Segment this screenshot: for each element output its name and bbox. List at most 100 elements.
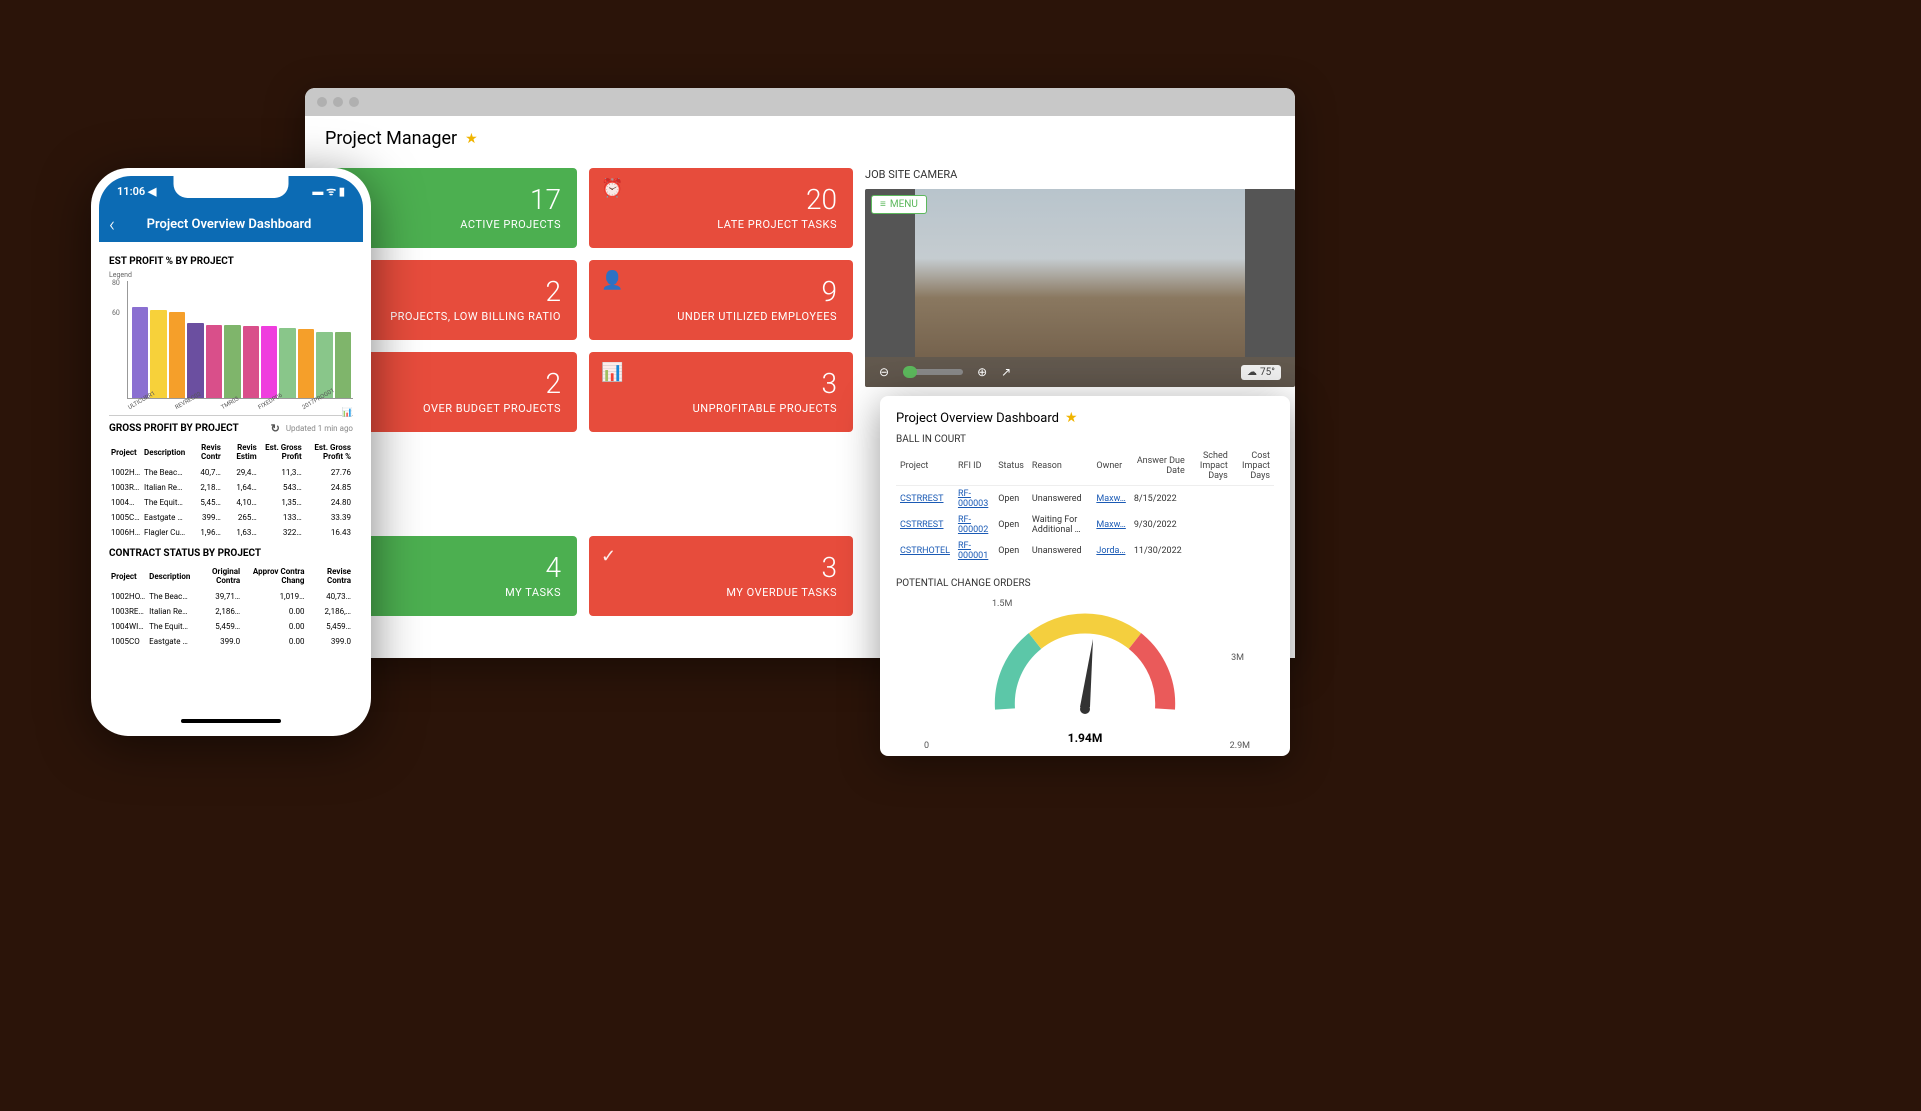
dashboard-tiles: 17ACTIVE PROJECTS⏰20LATE PROJECT TASKS2P… (313, 168, 853, 628)
owner-link[interactable]: Maxw… (1096, 520, 1125, 530)
contract-section-title: CONTRACT STATUS BY PROJECT (109, 548, 353, 559)
table-header[interactable]: Revis Estim (223, 439, 259, 465)
y-tick: 60 (112, 309, 120, 317)
status-time: 11:06 ◀ (117, 185, 156, 198)
chart-bar[interactable] (187, 323, 203, 398)
tile-icon: ⏰ (601, 178, 623, 199)
table-header[interactable]: Answer Due Date (1130, 449, 1189, 486)
table-row[interactable]: 1002HO…The Beach Hotel a…39,71…1,019…40,… (109, 589, 353, 604)
tile-number: 3 (605, 554, 837, 582)
table-row[interactable]: CSTRHOTELRF-000001OpenUnansweredJorda…11… (896, 538, 1274, 564)
rfi-link[interactable]: RF-000003 (958, 489, 988, 509)
gross-profit-table: ProjectDescriptionRevis ContrRevis Estim… (109, 439, 353, 540)
chart-bar[interactable] (132, 307, 148, 398)
table-row[interactable]: 1004WI…The Equity Group -…5,459…0.005,45… (109, 619, 353, 634)
table-header[interactable]: Approv Contra Chang (242, 563, 306, 589)
tile-icon: ✓ (601, 546, 616, 567)
gauge-tick: 1.5M (992, 599, 1012, 609)
popup-title: Project Overview Dashboard ★ (896, 410, 1274, 426)
project-link[interactable]: CSTRREST (900, 520, 944, 530)
table-header[interactable]: Description (147, 563, 192, 589)
table-row[interactable]: CSTRRESTRF-000003OpenUnansweredMaxw…8/15… (896, 486, 1274, 513)
rfi-link[interactable]: RF-000001 (958, 541, 988, 561)
popup-title-text: Project Overview Dashboard (896, 411, 1059, 426)
chart-bar[interactable] (169, 312, 185, 398)
table-header[interactable]: Sched Impact Days (1189, 449, 1232, 486)
table-row[interactable]: 1004…The Equity Gro…5,45…4,10…1,35…24.80 (109, 495, 353, 510)
table-header[interactable]: Owner (1092, 449, 1129, 486)
back-icon[interactable]: ‹ (109, 212, 115, 236)
camera-title: JOB SITE CAMERA (865, 168, 1295, 181)
window-dot[interactable] (317, 97, 327, 107)
table-header[interactable]: Status (994, 449, 1028, 486)
zoom-slider[interactable] (903, 369, 963, 375)
chart-bar[interactable] (206, 325, 222, 398)
rfi-link[interactable]: RF-000002 (958, 515, 988, 535)
dashboard-tile[interactable]: ⏰20LATE PROJECT TASKS (589, 168, 853, 248)
phone-body[interactable]: EST PROFIT % BY PROJECT Legend 80 60 ULT… (99, 242, 363, 728)
table-header[interactable]: Revise Contra (306, 563, 353, 589)
dashboard-tile[interactable]: 👤9UNDER UTILIZED EMPLOYEES (589, 260, 853, 340)
camera-menu-button[interactable]: ≡MENU (871, 195, 927, 214)
phone-notch (174, 176, 289, 198)
home-indicator[interactable] (181, 719, 281, 723)
table-row[interactable]: 1002H…The Beach Hot…40,7…29,4…11,3…27.76 (109, 465, 353, 480)
share-icon[interactable]: ↗ (1001, 365, 1011, 379)
table-header[interactable]: Project (109, 563, 147, 589)
y-tick: 80 (112, 279, 120, 287)
gross-section-title: GROSS PROFIT BY PROJECT ↻ Updated 1 min … (109, 422, 353, 435)
tile-number: 3 (605, 370, 837, 398)
chart-bar[interactable] (243, 326, 259, 398)
chart-bar[interactable] (298, 329, 314, 398)
chart-legend-icon[interactable]: 📊 (109, 408, 353, 418)
chart-bar[interactable] (150, 310, 166, 398)
dashboard-tile (589, 444, 853, 524)
table-header[interactable]: Original Contra (192, 563, 242, 589)
table-row[interactable]: 1003RE…Italian Restaurant …2,186…0.002,1… (109, 604, 353, 619)
project-link[interactable]: CSTRHOTEL (900, 546, 950, 556)
gauge-value: 1.94M (1068, 731, 1103, 745)
owner-link[interactable]: Jorda… (1096, 546, 1125, 556)
browser-titlebar (305, 88, 1295, 116)
table-header[interactable]: Cost Impact Days (1232, 449, 1274, 486)
window-dot[interactable] (333, 97, 343, 107)
table-row[interactable]: 1005COEastgate Strip Mall399.00.00399.0 (109, 634, 353, 649)
camera-controls: ⊖ ⊕ ↗ ☁75° (865, 357, 1295, 387)
table-header[interactable]: Revis Contr (187, 439, 223, 465)
chart-bar[interactable] (279, 328, 295, 398)
chart-bar[interactable] (224, 325, 240, 398)
phone-mockup: 11:06 ◀ ▬ ᯤ ▮ ‹ Project Overview Dashboa… (91, 168, 371, 736)
table-header[interactable]: Description (142, 439, 187, 465)
dashboard-tile[interactable]: ✓3MY OVERDUE TASKS (589, 536, 853, 616)
page-title-text: Project Manager (325, 128, 457, 149)
camera-section: JOB SITE CAMERA ≡MENU ⊖ ⊕ ↗ ☁75° (865, 168, 1295, 387)
table-header[interactable]: Est. Gross Profit (259, 439, 304, 465)
owner-link[interactable]: Maxw… (1096, 494, 1125, 504)
page-title: Project Manager ★ (325, 128, 1275, 149)
table-header[interactable]: Project (896, 449, 954, 486)
table-row[interactable]: 1005C…Eastgate Strip …399…265…133…33.39 (109, 510, 353, 525)
star-icon[interactable]: ★ (465, 131, 478, 147)
table-row[interactable]: 1006H…Flagler Custom …1,96…1,63…322…16.4… (109, 525, 353, 540)
window-dot[interactable] (349, 97, 359, 107)
zoom-out-icon[interactable]: ⊖ (879, 365, 889, 379)
table-row[interactable]: CSTRRESTRF-000002OpenWaiting For Additio… (896, 512, 1274, 538)
zoom-in-icon[interactable]: ⊕ (977, 365, 987, 379)
chart-bar[interactable] (261, 326, 277, 398)
gauge-chart: 1.94M 0 1.5M 3M 2.9M (896, 599, 1274, 769)
table-header[interactable]: Est. Gross Profit % (304, 439, 353, 465)
camera-menu-label: MENU (890, 199, 918, 210)
camera-feed[interactable]: ≡MENU ⊖ ⊕ ↗ ☁75° (865, 189, 1295, 387)
table-header[interactable]: RFI ID (954, 449, 994, 486)
star-icon[interactable]: ★ (1065, 410, 1078, 426)
project-link[interactable]: CSTRREST (900, 494, 944, 504)
table-header[interactable]: Project (109, 439, 142, 465)
dashboard-tile[interactable]: 📊3UNPROFITABLE PROJECTS (589, 352, 853, 432)
updated-label: Updated 1 min ago (286, 424, 353, 433)
table-row[interactable]: 1003R…Italian Restaura…2,18…1,64…543…24.… (109, 480, 353, 495)
refresh-icon[interactable]: ↻ (271, 422, 280, 435)
table-header[interactable]: Reason (1028, 449, 1092, 486)
profit-chart[interactable]: Legend 80 60 ULTICURR1REVREC02TMR03FIXED… (109, 271, 353, 416)
gross-title-text: GROSS PROFIT BY PROJECT (109, 423, 239, 434)
chart-bar[interactable] (335, 332, 351, 398)
